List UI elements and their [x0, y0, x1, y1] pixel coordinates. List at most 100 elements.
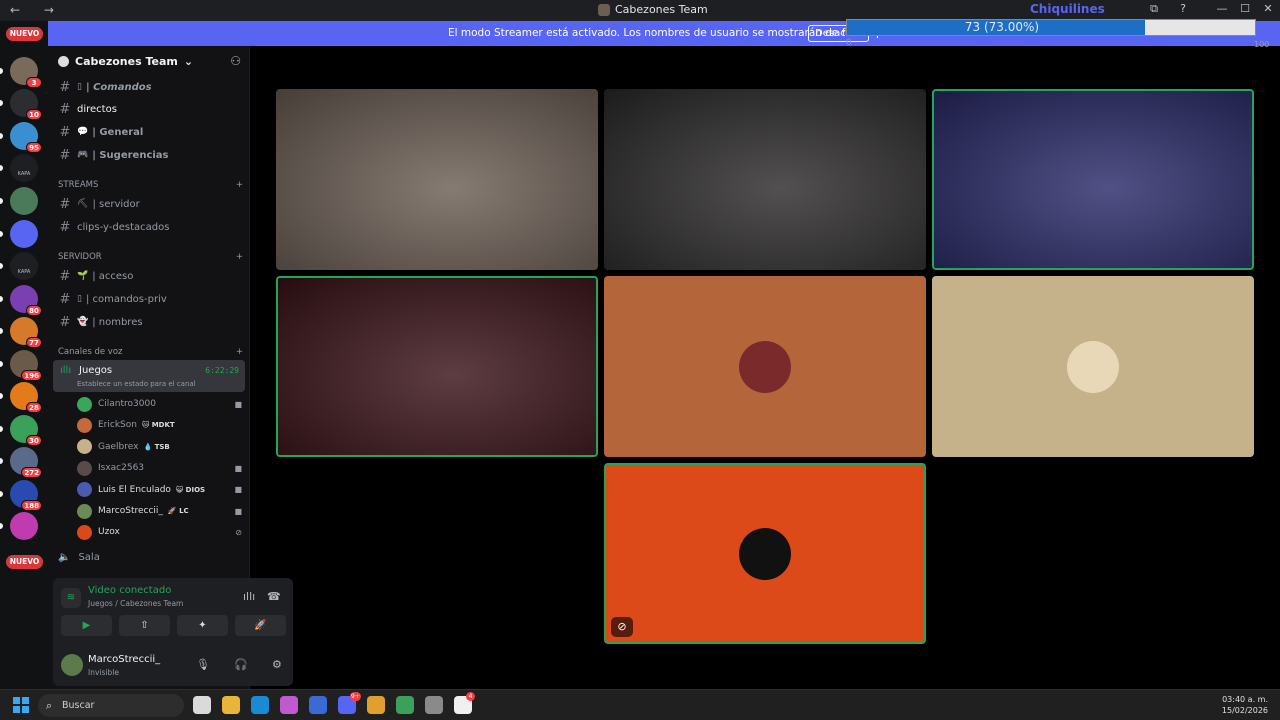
- mention-badge: 80: [26, 305, 42, 316]
- channel-directos[interactable]: # directos: [56, 99, 244, 119]
- taskbar-app-icon[interactable]: [309, 696, 327, 714]
- sprout-icon: 🌱: [77, 271, 89, 281]
- unread-indicator: [0, 458, 3, 464]
- user-tag: 😺 DIOS: [175, 485, 206, 494]
- server-icon[interactable]: 188: [10, 480, 42, 511]
- channel-clips[interactable]: # clips-y-destacados: [56, 217, 244, 237]
- new-badge-top[interactable]: NUEVO: [6, 27, 43, 41]
- server-name-header[interactable]: Cabezones Team ⌄: [58, 55, 193, 68]
- voice-user[interactable]: MarcoStreccii_ 🚀 LC ■: [77, 501, 242, 521]
- participant-avatar-tile[interactable]: [604, 276, 926, 457]
- unread-indicator: [0, 523, 3, 529]
- channel-servidor[interactable]: # ⛏ | servidor: [56, 194, 244, 214]
- category-servidor[interactable]: SERVIDOR +: [58, 252, 243, 262]
- server-icon[interactable]: 196: [10, 350, 42, 381]
- taskbar-search[interactable]: ⌕ Buscar: [38, 694, 184, 717]
- disconnect-icon[interactable]: ☎: [267, 590, 281, 603]
- server-icon[interactable]: [10, 187, 38, 215]
- minimize-button[interactable]: —: [1214, 2, 1230, 15]
- window-title: Cabezones Team: [598, 3, 708, 16]
- server-icon[interactable]: 80: [10, 285, 42, 316]
- voice-channel-sala[interactable]: 🔈 Sala: [58, 552, 100, 563]
- taskbar-app-icon[interactable]: [251, 696, 269, 714]
- add-channel-icon[interactable]: +: [236, 252, 243, 262]
- channel-comandos-priv[interactable]: # ▯ | comandos-priv: [56, 289, 244, 309]
- speech-bubble-icon: 💬: [77, 127, 89, 137]
- gear-icon[interactable]: ⚙: [272, 658, 282, 671]
- participant-avatar-tile[interactable]: [932, 276, 1254, 457]
- voice-channel-status[interactable]: Establece un estado para el canal: [77, 380, 196, 388]
- unread-indicator: [0, 328, 3, 334]
- taskbar-app-icon[interactable]: [425, 696, 443, 714]
- clock-date: 15/02/2026: [1221, 706, 1268, 715]
- server-icon[interactable]: [10, 512, 38, 540]
- voice-user[interactable]: Isxac2563 ■: [77, 458, 242, 478]
- help-icon[interactable]: ?: [1175, 2, 1191, 15]
- voice-user[interactable]: Gaelbrex 💧 TSB: [77, 437, 242, 457]
- server-icon[interactable]: 272: [10, 447, 42, 478]
- noise-suppression-icon[interactable]: ıllı: [243, 590, 255, 603]
- channel-general[interactable]: # 💬 | General: [56, 122, 244, 142]
- voice-status: Video conectado: [88, 585, 172, 596]
- headphones-icon[interactable]: 🎧: [234, 658, 248, 671]
- server-icon[interactable]: 77: [10, 317, 42, 348]
- search-placeholder: Buscar: [62, 700, 95, 711]
- channel-label: | servidor: [92, 198, 140, 210]
- maximize-button[interactable]: ☐: [1237, 2, 1253, 15]
- taskbar-app-icon[interactable]: [396, 696, 414, 714]
- user-panel: MarcoStreccii_ Invisible 🎙 🎧 ⚙: [58, 651, 290, 681]
- close-button[interactable]: ✕: [1260, 2, 1276, 15]
- server-icon[interactable]: KAPA: [10, 252, 38, 280]
- progress-max-label: 100: [1254, 40, 1270, 49]
- speaker-icon: 🔈: [58, 552, 71, 563]
- taskbar-app-icon[interactable]: [367, 696, 385, 714]
- new-badge-bottom[interactable]: NUEVO: [6, 555, 43, 569]
- voice-user[interactable]: Luis El Enculado 😺 DIOS ■: [77, 480, 242, 500]
- voice-location[interactable]: Juegos / Cabezones Team: [88, 599, 183, 608]
- microphone-icon[interactable]: 🎙: [196, 658, 210, 671]
- channel-comandos[interactable]: # ▯ | Comandos: [56, 77, 244, 97]
- camera-button[interactable]: ▶: [61, 615, 112, 636]
- avatar: [1067, 340, 1119, 393]
- server-icon[interactable]: 95: [10, 122, 42, 153]
- server-icon[interactable]: 3: [10, 57, 42, 88]
- server-icon[interactable]: 28: [10, 382, 42, 413]
- soundboard-button[interactable]: 🚀: [235, 615, 286, 636]
- add-channel-icon[interactable]: +: [236, 180, 243, 190]
- voice-user[interactable]: ErickSon 🐱 MDKT: [77, 415, 242, 435]
- video-stream-tile[interactable]: [932, 89, 1254, 270]
- screen-share-icon[interactable]: ⧉: [1146, 2, 1162, 16]
- server-icon[interactable]: 10: [10, 89, 42, 120]
- share-screen-button[interactable]: ⇧: [119, 615, 170, 636]
- channel-nombres[interactable]: # 👻 | nombres: [56, 312, 244, 332]
- taskbar-clock[interactable]: 03:40 a. m. 15/02/2026: [1222, 694, 1268, 716]
- channel-sugerencias[interactable]: # 🎮 | Sugerencias: [56, 145, 244, 165]
- mention-badge: 3: [26, 77, 42, 88]
- voice-user[interactable]: Uzox ⊘: [77, 522, 242, 542]
- activities-button[interactable]: ✦: [177, 615, 228, 636]
- video-stream-tile[interactable]: [276, 276, 598, 457]
- taskbar-app-icon[interactable]: [280, 696, 298, 714]
- channel-acceso[interactable]: # 🌱 | acceso: [56, 266, 244, 286]
- invite-people-icon[interactable]: ⚇: [230, 54, 241, 68]
- video-stream-tile[interactable]: [276, 89, 598, 270]
- server-icon[interactable]: 30: [10, 415, 42, 446]
- windows-taskbar: ⌕ Buscar 9+ 4 03:40 a. m. 15/02/2026: [0, 689, 1280, 720]
- server-icon[interactable]: KAPA: [10, 154, 38, 182]
- taskbar-app-icon[interactable]: [222, 696, 240, 714]
- windows-start-icon[interactable]: [13, 697, 29, 713]
- video-stream-tile[interactable]: [604, 89, 926, 270]
- user-status: Invisible: [88, 668, 119, 677]
- avatar[interactable]: [61, 654, 83, 676]
- camera-icon: ■: [234, 463, 242, 473]
- gamepad-icon: 🎮: [77, 150, 89, 160]
- back-forward-arrows[interactable]: ← →: [10, 3, 64, 17]
- category-streams[interactable]: STREAMS +: [58, 180, 243, 190]
- participant-avatar-tile[interactable]: ⊘: [604, 463, 926, 644]
- add-channel-icon[interactable]: +: [236, 347, 243, 357]
- category-voice[interactable]: Canales de voz +: [58, 347, 243, 357]
- voice-channel-juegos[interactable]: ıllı Juegos 6:22:29 Establece un estado …: [53, 360, 245, 392]
- taskbar-app-icon[interactable]: [193, 696, 211, 714]
- server-icon[interactable]: [10, 220, 38, 248]
- voice-user[interactable]: Cilantro3000 ■: [77, 394, 242, 414]
